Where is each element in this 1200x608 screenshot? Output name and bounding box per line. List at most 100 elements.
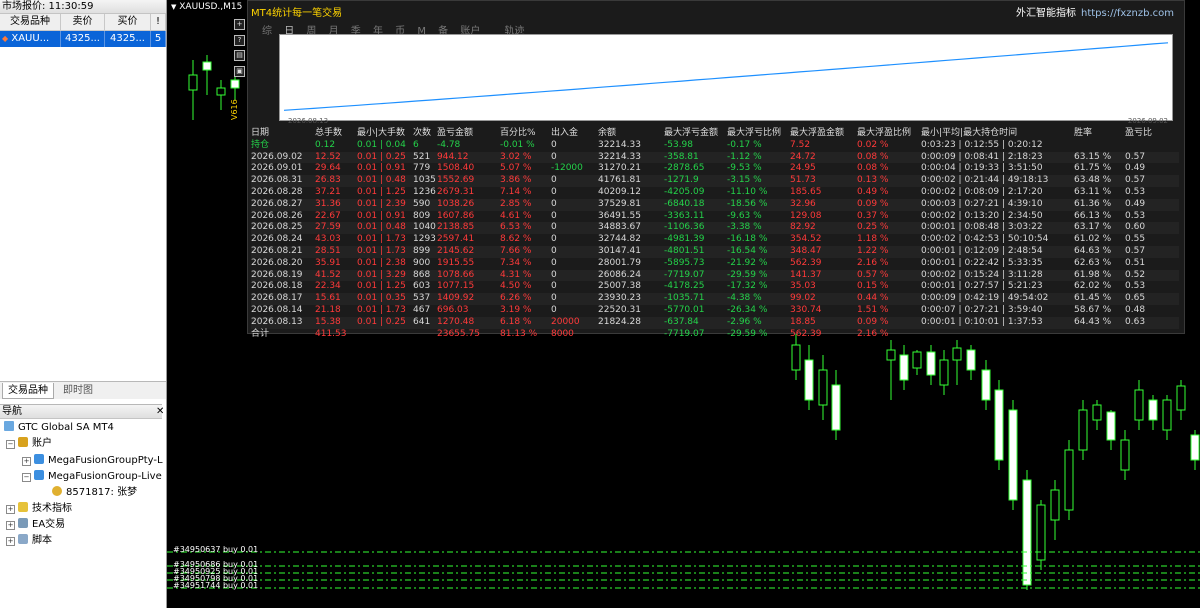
stats-cell-pct: 3.19 % [500,304,532,315]
tree-indicators[interactable]: + 技术指标 [6,501,72,516]
col-bid[interactable]: 卖价 [61,14,105,30]
site-link[interactable]: 外汇智能指标 https://fxznzb.com [1016,4,1174,19]
tree-account-1[interactable]: + MegaFusionGroupPty-L [22,453,163,468]
stats-row[interactable]: 2026.08.17 15.61 0.01 | 0.35 537 1409.92 6.26… [251,293,1179,305]
stats-cell-lots: 35.91 [315,257,341,268]
plus-icon[interactable]: + [234,19,245,30]
stats-cell-bal: 32744.82 [598,234,641,245]
tab-symbols[interactable]: 交易品种 [2,383,54,399]
stats-cell-lots: 21.18 [315,304,341,315]
stats-column-header[interactable]: 百分比% [500,128,536,140]
question-icon[interactable]: ? [234,35,245,46]
stats-cell-pl: 1508.40 [437,163,475,174]
stats-column-header[interactable]: 次数 [413,128,431,140]
stats-cell-win: 63.48 % [1074,175,1112,186]
stats-cell-maxfl: -5770.01 [664,304,705,315]
stats-row[interactable]: 2026.08.26 22.67 0.01 | 0.91 809 1607.86 4.61… [251,211,1179,223]
stats-row[interactable]: 2026.08.14 21.18 0.01 | 1.73 467 696.03 3.19 … [251,305,1179,317]
stats-cell-pl: 2138.85 [437,222,475,233]
tab-summary[interactable]: 综 [262,26,272,37]
stats-cell-maxflp: -11.10 % [727,186,768,197]
close-icon[interactable]: ✕ [156,406,164,417]
candle [1176,385,1186,411]
collapse-icon[interactable]: − [6,440,15,449]
stats-row[interactable]: 2026.08.31 26.83 0.01 | 0.48 1035 1552.69 3.8… [251,175,1179,187]
stats-row[interactable]: 2026.09.01 29.64 0.01 | 0.91 779 1508.40 5.07… [251,163,1179,175]
stats-column-header[interactable]: 最大浮亏比例 [727,128,781,140]
tree-login[interactable]: 8571817: 张梦 [52,485,137,500]
stats-cell-win: 64.43 % [1074,316,1112,327]
stats-cell-maxfp: 99.02 [790,293,816,304]
expand-icon[interactable]: + [6,505,15,514]
stats-row[interactable]: 2026.08.25 27.59 0.01 | 0.48 1040 2138.85 6.5… [251,222,1179,235]
tree-accounts[interactable]: − 账户 [6,436,52,451]
stats-column-header[interactable]: 出入金 [551,128,578,140]
stats-cell-minmax: 0.01 | 0.48 [357,175,406,186]
stats-cell-minmax: 0.01 | 2.39 [357,198,406,209]
stats-cell-pl: -4.78 [437,139,461,150]
col-ask[interactable]: 买价 [105,14,151,30]
stats-cell-maxflp: -9.53 % [727,163,762,174]
stats-cell-maxflp: -3.15 % [727,175,762,186]
stats-row[interactable]: 2026.08.21 28.51 0.01 | 1.73 899 2145.62 7.66… [251,245,1179,258]
stats-row[interactable]: 2026.08.27 31.36 0.01 | 2.39 590 1038.26 2.85… [251,198,1179,211]
tab-tick-chart[interactable]: 即时图 [58,383,98,398]
stats-cell-ratio: 0.48 [1125,304,1146,315]
col-spread[interactable]: ! [151,14,166,30]
stats-row[interactable]: 2026.08.20 35.91 0.01 | 2.38 900 1915.55 7.34… [251,258,1179,270]
stats-cell-maxflp: -29.59 % [727,328,768,339]
stats-column-header[interactable]: 余额 [598,128,616,140]
expand-icon[interactable]: + [22,457,31,466]
window-icon[interactable]: ▣ [234,66,245,77]
stats-cell-pct: 7.66 % [500,245,532,256]
expand-icon[interactable]: + [6,521,15,530]
stats-column-header[interactable]: 最大浮盈金额 [790,128,844,140]
stats-column-header[interactable]: 总手数 [315,128,342,140]
stats-cell-minmax: 0.01 | 3.29 [357,269,406,280]
tree-scripts[interactable]: + 脚本 [6,533,52,548]
stats-column-header[interactable]: 日期 [251,128,269,140]
stats-column-header[interactable]: 盈亏金额 [437,128,473,140]
stats-cell-dep: 0 [551,245,557,256]
tree-account-2[interactable]: − MegaFusionGroup-Live [22,469,162,484]
stats-cell-count: 590 [413,198,431,209]
stats-cell-pct: 81.13 % [500,328,538,339]
stats-row[interactable]: 2026.08.18 22.34 0.01 | 1.25 603 1077.15 4.50… [251,281,1179,293]
collapse-icon[interactable]: − [22,473,31,482]
stats-row[interactable]: 2026.08.19 41.52 0.01 | 3.29 868 1078.66 4.31… [251,269,1179,282]
stats-column-header[interactable]: 最小|大手数 [357,128,405,140]
stats-cell-maxfpp: 2.16 % [857,257,889,268]
stats-row[interactable]: 合计 411.53 23655.75 81.13 % 8000 -7719.07 -29.5… [251,329,1179,341]
script-icon [18,534,28,544]
stats-row[interactable]: 2026.08.28 37.21 0.01 | 1.25 1236 2679.31 7.1… [251,187,1179,199]
tree-broker[interactable]: GTC Global SA MT4 [4,420,114,435]
stats-column-header[interactable]: 盈亏比 [1125,128,1152,140]
stats-cell-bal: 28001.79 [598,257,641,268]
chart-icon[interactable]: ▤ [234,50,245,61]
stats-cell-dep: 0 [551,269,557,280]
stats-cell-minmax: 0.01 | 0.04 [357,139,406,150]
stats-column-header[interactable]: 最大浮盈比例 [857,128,911,140]
stats-column-header[interactable]: 最大浮亏金额 [664,128,718,140]
stats-cell-count: 1236 [413,186,436,197]
stats-row[interactable]: 2026.09.02 12.52 0.01 | 0.25 521 944.12 3.02 … [251,151,1179,164]
col-symbol[interactable]: 交易品种 [0,14,61,30]
stats-row[interactable]: 持仓 0.12 0.01 | 0.04 6 -4.78 -0.01 % 0 32214.33 -… [251,140,1179,152]
stats-column-header[interactable]: 胜率 [1074,128,1092,140]
stats-cell-time: 0:00:01 | 0:27:57 | 5:21:23 [921,281,1043,292]
stats-cell-lots: 31.36 [315,198,341,209]
stats-cell-maxfl: -7719.07 [664,269,705,280]
stats-cell-minmax: 0.01 | 0.25 [357,316,406,327]
stats-cell-win: 58.67 % [1074,304,1112,315]
expand-icon[interactable]: + [6,537,15,546]
stats-cell-count: 467 [413,304,431,315]
stats-row[interactable]: 2026.08.13 15.38 0.01 | 0.25 641 1270.48 6.18… [251,316,1179,329]
market-watch-row[interactable]: ◆ XAUU... 4325... 4325... 5 [0,31,166,47]
stats-cell-maxfp: 562.39 [790,257,822,268]
stats-cell-time: 0:00:04 | 0:19:33 | 3:51:50 [921,163,1043,174]
stats-cell-pct: -0.01 % [500,139,535,150]
stats-row[interactable]: 2026.08.24 43.03 0.01 | 1.73 1293 2597.41 8.6… [251,234,1179,246]
stats-column-header[interactable]: 最小|平均|最大持仓时间 [921,128,1017,140]
stats-cell-lots: 43.03 [315,234,341,245]
tree-expert-advisors[interactable]: + EA交易 [6,517,65,532]
